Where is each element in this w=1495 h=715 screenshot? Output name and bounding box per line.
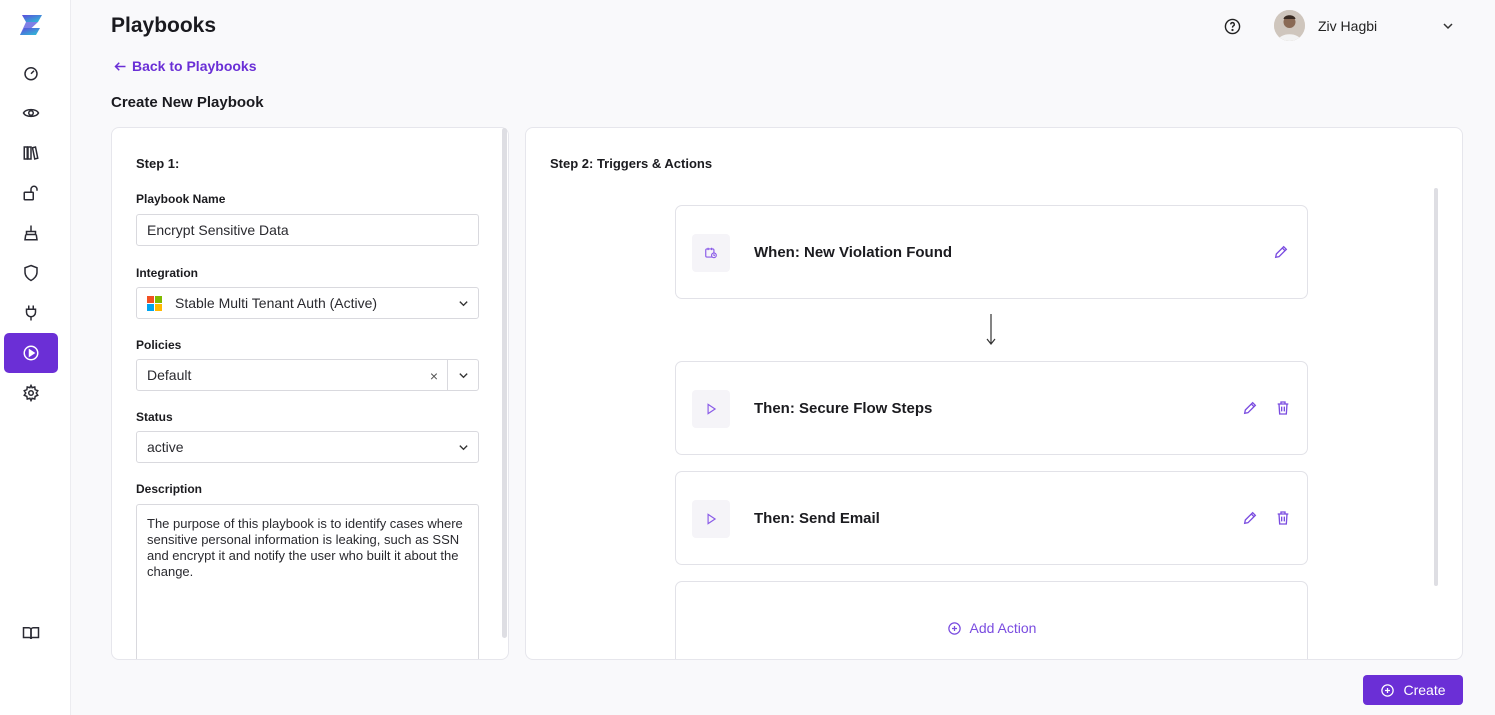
broom-icon — [24, 225, 38, 241]
create-button-label: Create — [1403, 682, 1446, 698]
action-icon-box — [692, 390, 730, 428]
library-books-icon — [23, 146, 39, 160]
sidebar — [0, 0, 71, 715]
scrollbar[interactable] — [502, 128, 507, 638]
scrollbar[interactable] — [1434, 188, 1438, 586]
playbook-name-input[interactable]: Encrypt Sensitive Data — [136, 214, 479, 246]
edit-pencil-icon[interactable] — [1242, 510, 1258, 526]
sidebar-item-playbooks[interactable] — [4, 333, 58, 373]
user-menu[interactable]: Ziv Hagbi — [1274, 10, 1377, 41]
microsoft-logo-icon — [147, 295, 162, 311]
integration-label: Integration — [136, 266, 198, 280]
add-action-card[interactable]: Add Action — [675, 581, 1308, 659]
gear-icon — [23, 384, 39, 402]
dashboard-gauge-icon — [24, 67, 38, 81]
action-card[interactable]: Then: Secure Flow Steps — [675, 361, 1308, 455]
chevron-down-icon[interactable] — [458, 370, 469, 381]
action-label: Then: Secure Flow Steps — [754, 400, 933, 417]
edit-pencil-icon[interactable] — [1242, 400, 1258, 416]
help-icon[interactable] — [1224, 18, 1241, 35]
action-icon-box — [692, 500, 730, 538]
logo-icon[interactable] — [18, 13, 44, 37]
policies-label: Policies — [136, 338, 182, 352]
book-open-icon — [22, 627, 40, 640]
divider — [447, 360, 448, 390]
step1-title: Step 1: — [136, 156, 180, 171]
playbook-name-value: Encrypt Sensitive Data — [147, 222, 289, 238]
chevron-down-icon — [459, 301, 468, 307]
description-label: Description — [136, 482, 203, 496]
clear-icon[interactable]: × — [430, 368, 438, 384]
arrow-left-icon — [114, 61, 126, 71]
integration-select[interactable]: Stable Multi Tenant Auth (Active) — [136, 287, 479, 319]
add-action-button[interactable]: Add Action — [676, 620, 1307, 636]
chevron-down-icon — [459, 445, 468, 451]
step2-card: Step 2: Triggers & Actions When: New Vio… — [525, 127, 1463, 660]
description-textarea[interactable]: The purpose of this playbook is to ident… — [136, 504, 479, 659]
trigger-card[interactable]: When: New Violation Found — [675, 205, 1308, 299]
create-button[interactable]: Create — [1363, 675, 1463, 705]
edit-pencil-icon[interactable] — [1273, 244, 1289, 260]
step2-title: Step 2: Triggers & Actions — [550, 156, 713, 171]
status-select[interactable]: active — [136, 431, 479, 463]
sidebar-item-dashboard[interactable] — [4, 53, 58, 93]
action-card[interactable]: Then: Send Email — [675, 471, 1308, 565]
playbook-name-label: Playbook Name — [136, 192, 226, 206]
policies-select[interactable]: Default × — [136, 359, 479, 391]
trash-icon[interactable] — [1275, 400, 1291, 416]
plus-circle-icon — [947, 621, 961, 635]
add-action-label: Add Action — [969, 620, 1037, 636]
avatar — [1274, 10, 1305, 41]
status-value: active — [147, 439, 184, 455]
plus-circle-icon — [1381, 683, 1395, 697]
sidebar-item-cleanup[interactable] — [4, 213, 58, 253]
integration-value: Stable Multi Tenant Auth (Active) — [175, 295, 378, 311]
sidebar-item-security[interactable] — [4, 253, 58, 293]
eye-icon — [22, 108, 40, 118]
unlock-icon — [23, 185, 38, 201]
step1-card: Step 1: Playbook Name Encrypt Sensitive … — [111, 127, 509, 660]
sidebar-item-access[interactable] — [4, 173, 58, 213]
calendar-clock-icon — [705, 247, 717, 259]
user-name: Ziv Hagbi — [1318, 17, 1378, 34]
play-icon — [707, 403, 717, 415]
plug-icon — [25, 305, 37, 321]
sidebar-item-library[interactable] — [4, 133, 58, 173]
sidebar-item-visibility[interactable] — [4, 93, 58, 133]
arrow-down-icon — [986, 314, 996, 345]
sidebar-item-docs[interactable] — [4, 613, 58, 653]
play-icon — [707, 513, 717, 525]
policies-value: Default — [147, 367, 192, 383]
page-title: Playbooks — [111, 14, 217, 37]
shield-icon — [24, 264, 38, 282]
back-to-playbooks-link[interactable]: Back to Playbooks — [113, 58, 257, 74]
trigger-label: When: New Violation Found — [754, 244, 953, 261]
play-circle-icon — [23, 345, 39, 361]
trigger-icon-box — [692, 234, 730, 272]
sidebar-item-integrations[interactable] — [4, 293, 58, 333]
page-subtitle: Create New Playbook — [111, 94, 264, 111]
sidebar-item-settings[interactable] — [4, 373, 58, 413]
status-label: Status — [136, 410, 173, 424]
chevron-down-icon[interactable] — [1442, 20, 1454, 32]
back-link-label: Back to Playbooks — [132, 58, 257, 74]
trash-icon[interactable] — [1275, 510, 1291, 526]
action-label: Then: Send Email — [754, 510, 880, 527]
